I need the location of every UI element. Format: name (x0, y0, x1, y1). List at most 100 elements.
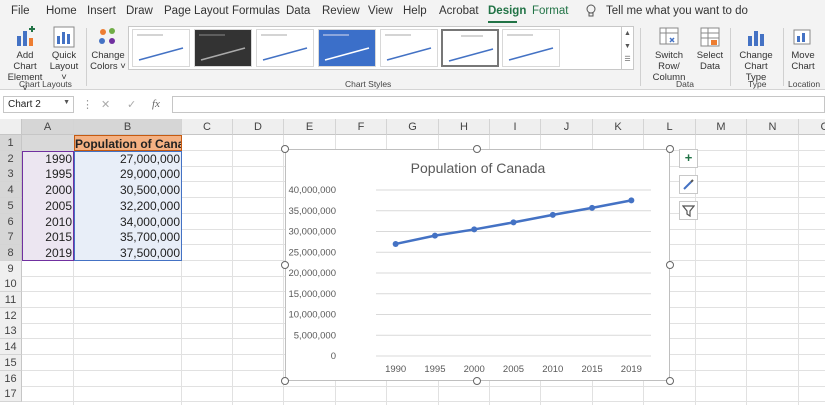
tab-format[interactable]: Format (532, 5, 568, 17)
chart-styles-gallery: ▲ ▼ ☰ (128, 26, 634, 70)
insert-function-icon[interactable]: fx (152, 98, 160, 110)
column-header[interactable]: F (336, 119, 387, 135)
tab-page-layout[interactable]: Page Layout (164, 5, 229, 17)
tab-acrobat[interactable]: Acrobat (439, 5, 479, 17)
change-colors-button[interactable]: Change Colors ˅ (90, 26, 126, 72)
select-all-corner[interactable] (0, 119, 22, 135)
row-header[interactable]: 6 (0, 213, 22, 230)
row-header[interactable]: 5 (0, 197, 22, 214)
switch-row-column-button[interactable]: Switch Row/ Column (645, 26, 693, 83)
tab-home[interactable]: Home (46, 5, 77, 17)
resize-handle[interactable] (473, 377, 481, 385)
gridline (232, 135, 233, 405)
chart-style-3[interactable] (256, 29, 314, 67)
change-colors-label-2: Colors ˅ (90, 61, 126, 72)
row-header[interactable]: 1 (0, 135, 22, 151)
chart-style-6[interactable] (441, 29, 499, 67)
tab-insert[interactable]: Insert (87, 5, 116, 17)
row-header[interactable]: 8 (0, 244, 22, 261)
resize-handle[interactable] (666, 377, 674, 385)
chevron-down-icon[interactable]: ▼ (622, 40, 633, 53)
resize-handle[interactable] (281, 145, 289, 153)
data-point[interactable] (628, 197, 635, 204)
name-box[interactable]: Chart 2 ▼ (3, 96, 74, 113)
row-header[interactable]: 7 (0, 229, 22, 246)
column-header[interactable]: C (182, 119, 233, 135)
tab-view[interactable]: View (368, 5, 393, 17)
chart-filters-funnel-icon[interactable] (679, 201, 698, 220)
formula-input[interactable] (172, 96, 825, 113)
tab-data[interactable]: Data (286, 5, 310, 17)
select-data-label-1: Select (696, 50, 724, 61)
enter-icon[interactable]: ✓ (127, 98, 136, 111)
quick-layout-button[interactable]: Quick Layout ˅ (48, 26, 80, 83)
column-header[interactable]: M (696, 119, 747, 135)
row-header[interactable]: 10 (0, 276, 22, 293)
column-header[interactable]: B (74, 119, 182, 135)
column-header[interactable]: D (233, 119, 284, 135)
row-header[interactable]: 13 (0, 323, 22, 340)
resize-handle[interactable] (666, 261, 674, 269)
data-point[interactable] (471, 226, 478, 233)
row-header[interactable]: 11 (0, 292, 22, 308)
row-header[interactable]: 17 (0, 386, 22, 403)
chart-area[interactable]: Population of Canada 0 5,000,000 10,000,00… (285, 149, 670, 381)
row-header[interactable]: 4 (0, 182, 22, 199)
tab-draw[interactable]: Draw (126, 5, 153, 17)
chart-styles-brush-icon[interactable] (679, 175, 698, 194)
tell-me-search[interactable]: Tell me what you want to do (606, 5, 748, 17)
column-header[interactable]: N (747, 119, 799, 135)
resize-handle[interactable] (281, 377, 289, 385)
cancel-icon[interactable]: ✕ (101, 98, 110, 111)
column-header[interactable]: H (439, 119, 490, 135)
column-header[interactable]: C (799, 119, 825, 135)
chart-style-7[interactable] (502, 29, 560, 67)
chart-style-1[interactable] (132, 29, 190, 67)
row-header[interactable]: 14 (0, 339, 22, 356)
resize-handle[interactable] (666, 145, 674, 153)
table-header-cell[interactable]: Population of Canada (74, 135, 182, 151)
data-point[interactable] (549, 211, 556, 218)
ribbon-tabs: File Home Insert Draw Page Layout Formul… (0, 0, 825, 24)
chart-style-2[interactable] (194, 29, 252, 67)
tab-review[interactable]: Review (322, 5, 360, 17)
row-header[interactable]: 12 (0, 307, 22, 324)
chevron-down-icon[interactable]: ▼ (63, 99, 70, 106)
select-data-button[interactable]: Select Data (696, 26, 724, 72)
tab-help[interactable]: Help (403, 5, 427, 17)
change-chart-type-button[interactable]: Change Chart Type (733, 26, 779, 83)
tab-design[interactable]: Design (488, 5, 526, 17)
chart-title[interactable]: Population of Canada (411, 160, 546, 176)
chart-elements-plus-icon[interactable]: + (679, 149, 698, 168)
column-header[interactable]: I (490, 119, 541, 135)
data-point[interactable] (589, 204, 596, 211)
table-cell[interactable] (22, 135, 74, 151)
move-chart-button[interactable]: Move Chart (786, 26, 820, 72)
column-header[interactable]: E (284, 119, 336, 135)
data-point[interactable] (431, 232, 438, 239)
row-header[interactable]: 2 (0, 150, 22, 167)
column-header[interactable]: J (541, 119, 593, 135)
x-tick-label: 2019 (621, 364, 642, 375)
tab-file[interactable]: File (11, 5, 30, 17)
row-header[interactable]: 9 (0, 260, 22, 277)
row-header[interactable]: 15 (0, 354, 22, 371)
data-point[interactable] (392, 240, 399, 247)
column-header[interactable]: K (593, 119, 644, 135)
row-header[interactable]: 16 (0, 370, 22, 387)
row-header[interactable]: 3 (0, 166, 22, 183)
column-header[interactable]: G (387, 119, 439, 135)
group-separator (640, 28, 641, 86)
gallery-scroll[interactable]: ▲ ▼ ☰ (621, 27, 633, 69)
chevron-up-icon[interactable]: ▲ (622, 27, 633, 40)
switch-row-column-icon (658, 26, 680, 48)
chart-style-5[interactable] (380, 29, 438, 67)
resize-handle[interactable] (473, 145, 481, 153)
more-icon[interactable]: ☰ (622, 53, 633, 66)
column-header[interactable]: L (644, 119, 696, 135)
column-header[interactable]: A (22, 119, 74, 135)
chart-style-4[interactable] (318, 29, 376, 67)
resize-handle[interactable] (281, 261, 289, 269)
tab-formulas[interactable]: Formulas (232, 5, 280, 17)
data-point[interactable] (510, 219, 517, 226)
